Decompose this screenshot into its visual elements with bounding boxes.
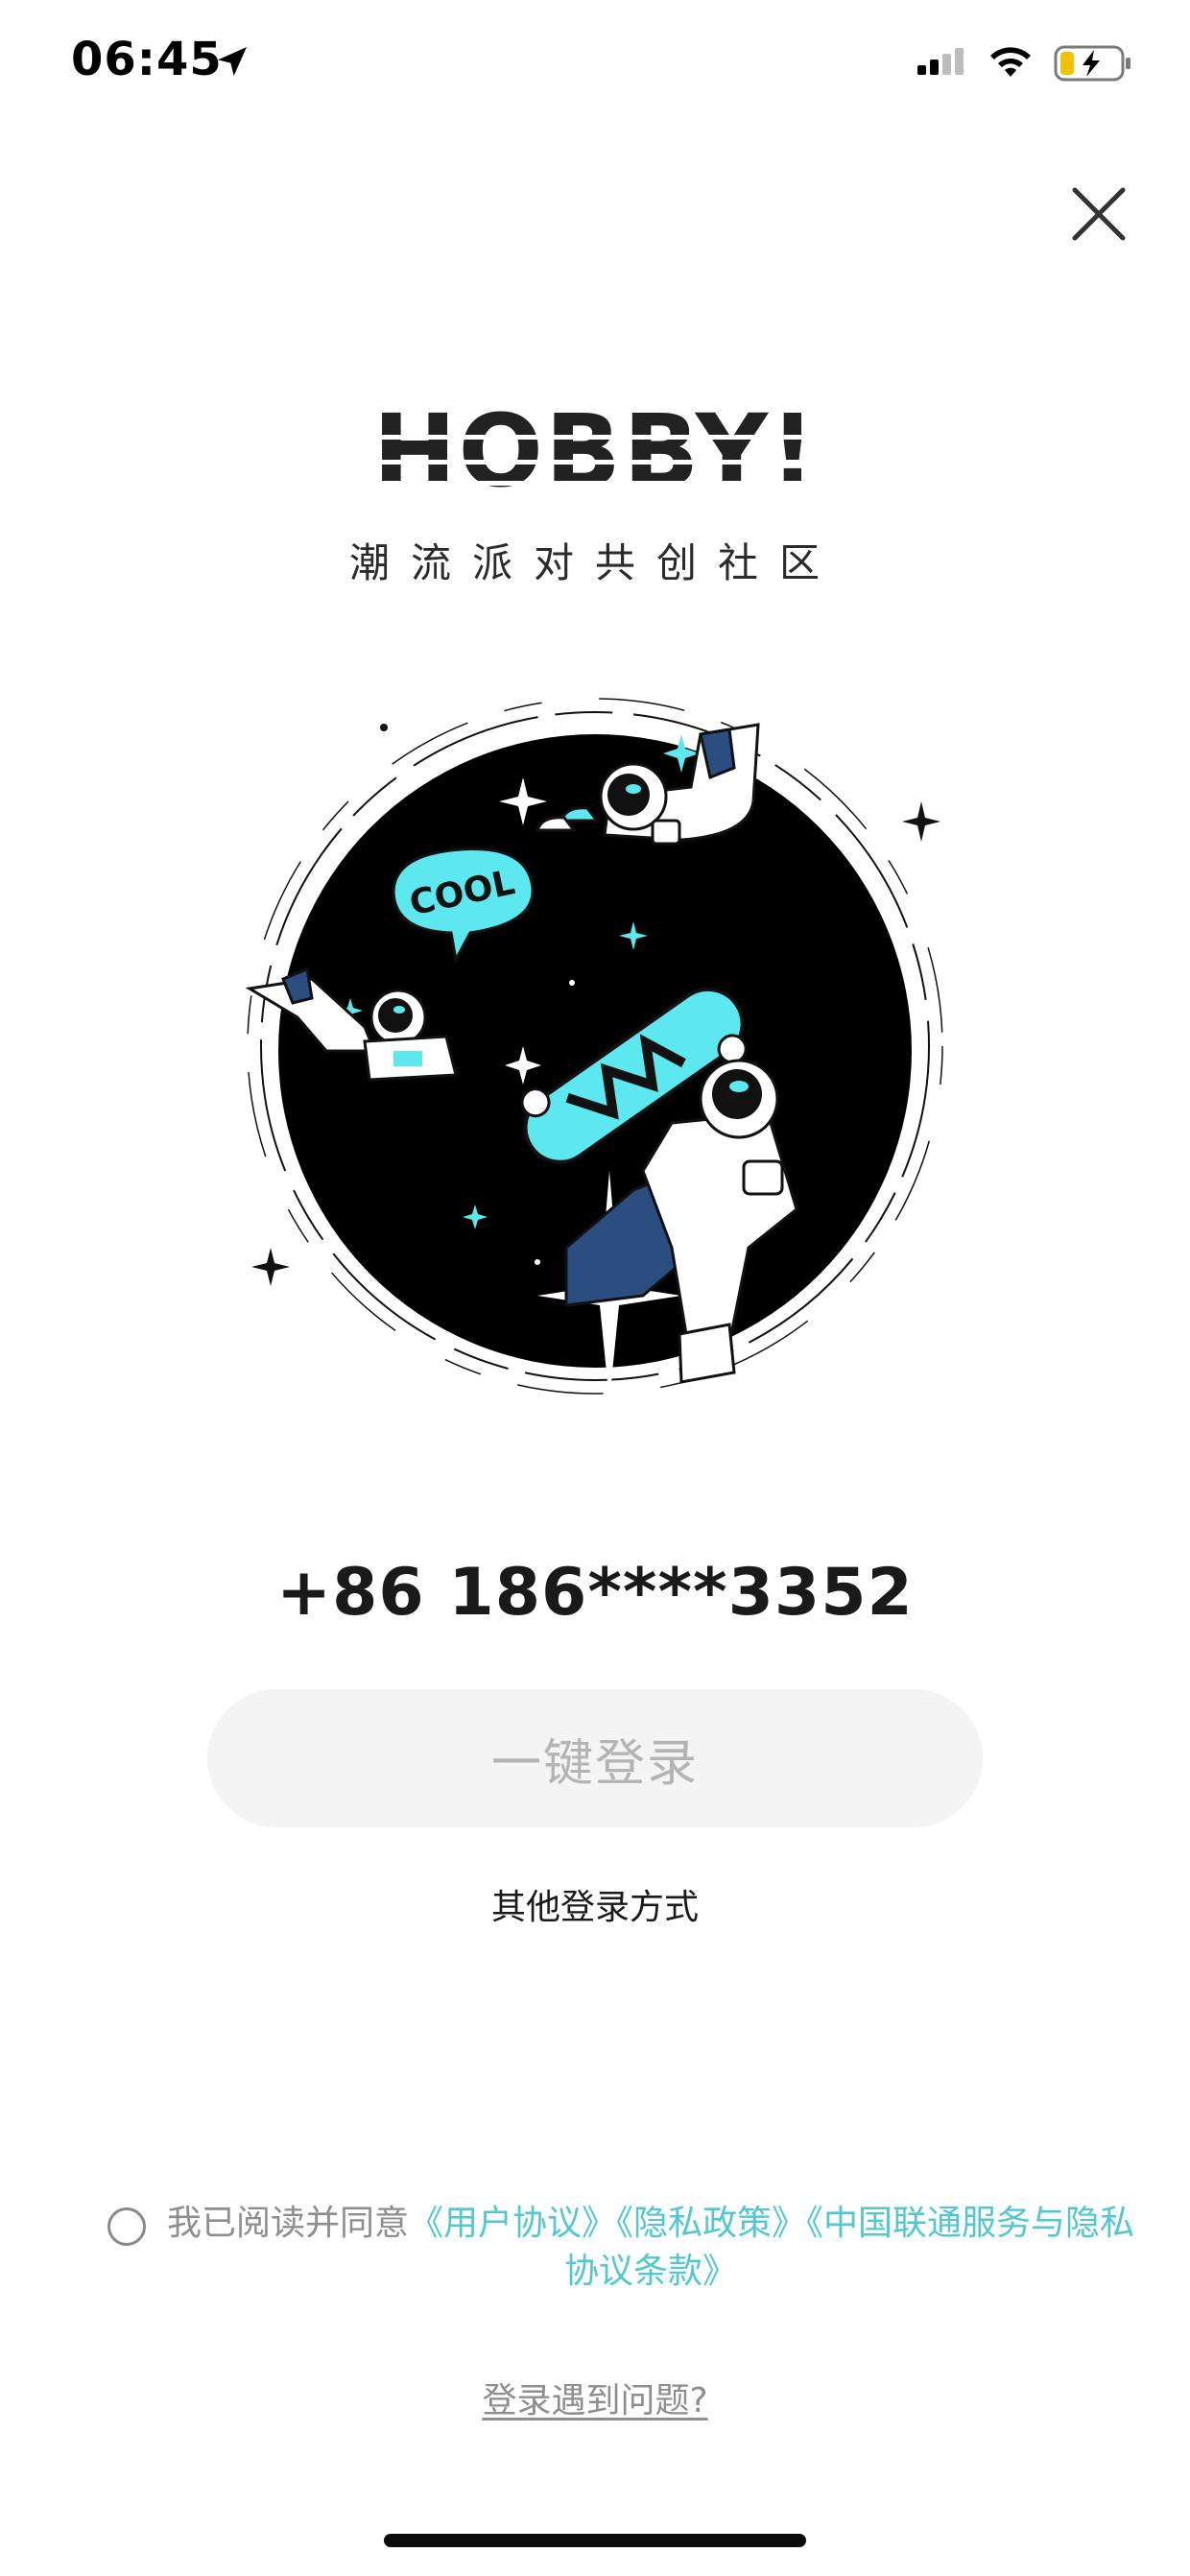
location-arrow-icon [218, 47, 247, 76]
status-time: 06:45 [71, 33, 223, 86]
masked-phone-number: +86 186****3352 [276, 1555, 914, 1631]
agreement-prefix: 我已阅读并同意 [166, 2204, 409, 2243]
other-login-methods-link[interactable]: 其他登录方式 [0, 1879, 1190, 1929]
logo-text: HOBBY! [372, 393, 818, 510]
one-tap-login-button[interactable]: 一键登录 [207, 1689, 983, 1827]
status-bar: 06:45 [0, 0, 1190, 125]
astronaut-illustration: COOL [245, 698, 943, 1401]
user-agreement-link[interactable]: 《用户协议》 [409, 2204, 616, 2243]
logo-subtitle: 潮流派对共创社区 [348, 539, 841, 586]
close-button[interactable] [1067, 182, 1130, 246]
logo-glitch-line [317, 481, 873, 486]
home-indicator [384, 2534, 806, 2547]
login-help-link[interactable]: 登录遇到问题? [0, 2373, 1190, 2422]
wifi-icon [990, 47, 1031, 77]
battery-charging-icon [1054, 45, 1130, 82]
cellular-signal-icon [917, 48, 964, 75]
logo-glitch-line [317, 460, 873, 465]
privacy-policy-link[interactable]: 《隐私政策》 [616, 2204, 806, 2243]
logo-glitch-line [317, 435, 873, 440]
agreement-checkbox[interactable] [107, 2207, 146, 2246]
brand-logo: HOBBY! 潮流派对共创社区 [307, 398, 883, 590]
agreement-text: 我已阅读并同意《用户协议》《隐私政策》《中国联通服务与隐私协议条款》 [165, 2200, 1136, 2296]
